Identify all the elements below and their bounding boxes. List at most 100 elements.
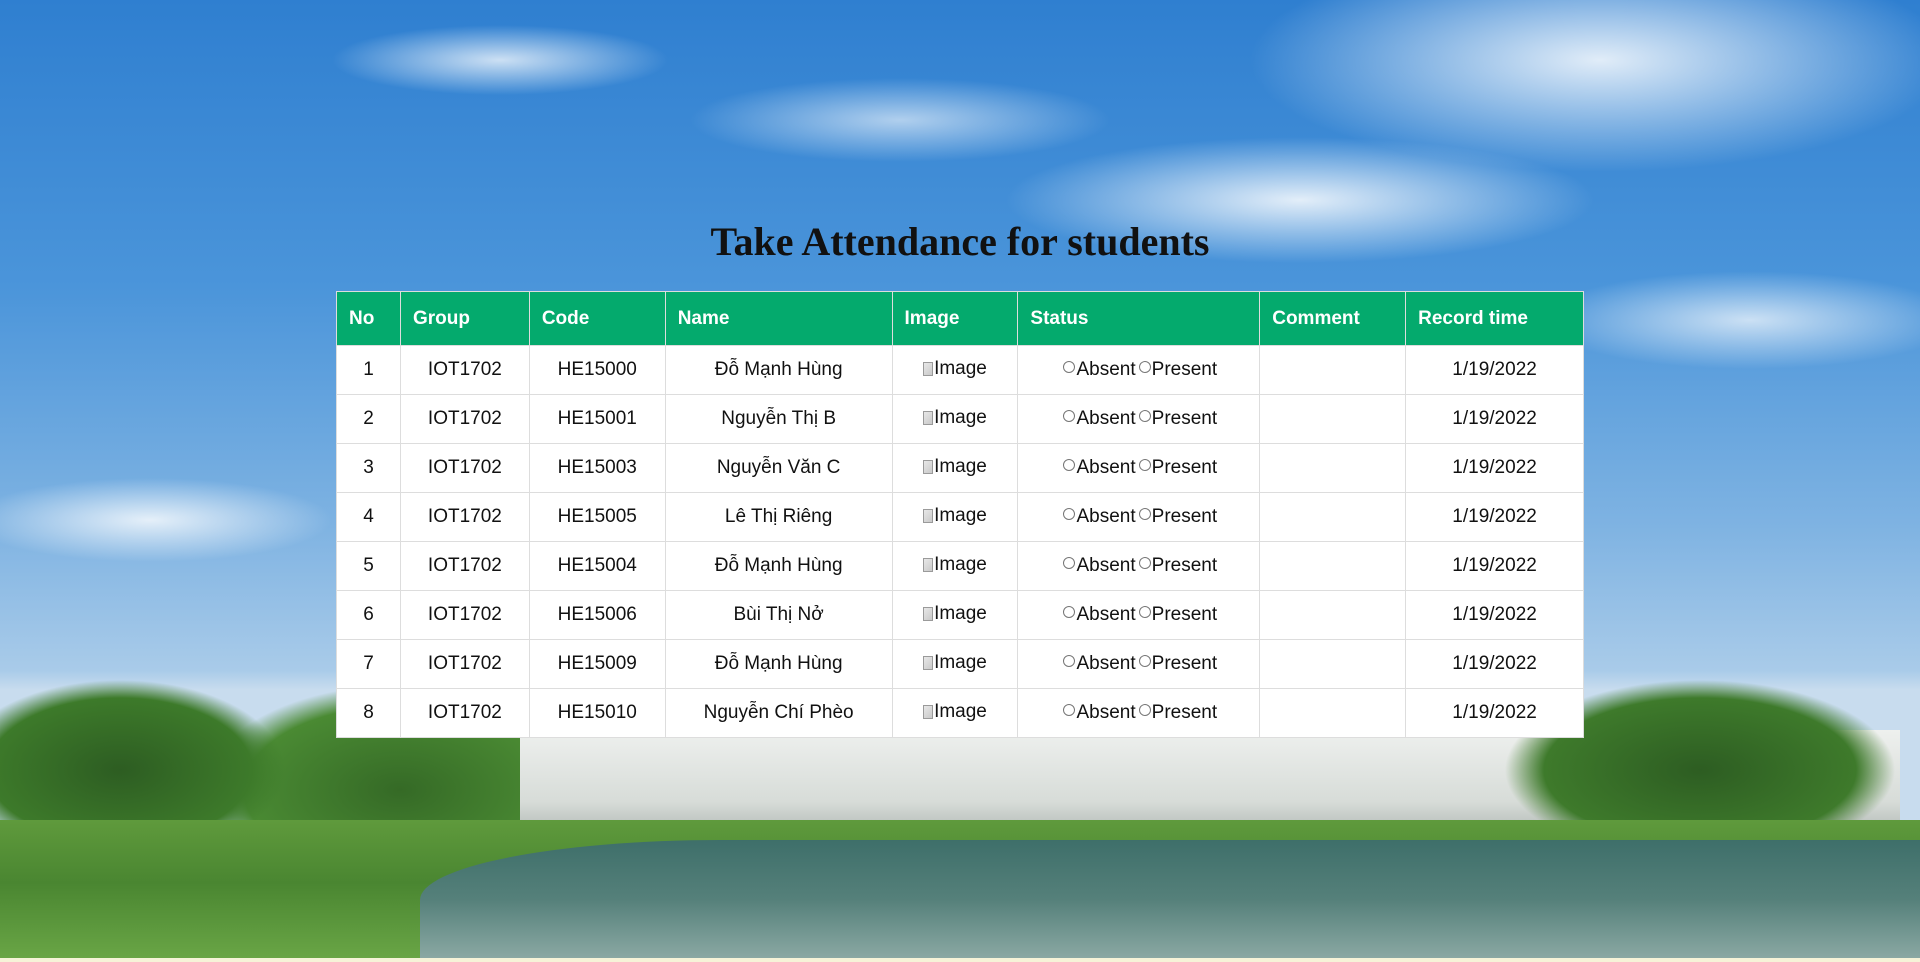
status-label-absent[interactable]: Absent xyxy=(1076,408,1135,429)
group-cell: IOT1702 xyxy=(399,590,530,640)
broken-image-icon xyxy=(923,656,934,670)
student-photo: Image xyxy=(923,358,987,380)
row-number-cell: 7 xyxy=(336,639,401,689)
status-radio-absent[interactable] xyxy=(1063,508,1076,520)
status-radio-absent[interactable] xyxy=(1063,704,1076,716)
group-cell: IOT1702 xyxy=(399,688,530,738)
student-code-cell: HE15009 xyxy=(528,639,666,689)
status-radio-absent[interactable] xyxy=(1063,655,1076,667)
table-row: 8 IOT1702 HE15010 Nguyễn Chí Phèo Image Absen… xyxy=(336,688,1584,738)
status-label-absent[interactable]: Absent xyxy=(1076,653,1135,674)
status-label-absent[interactable]: Absent xyxy=(1076,457,1135,478)
status-radio-present[interactable] xyxy=(1138,655,1151,667)
column-header-status: Status xyxy=(1017,291,1261,346)
record-time-cell: 1/19/2022 xyxy=(1405,443,1584,493)
student-photo: Image xyxy=(923,505,987,527)
student-photo: Image xyxy=(923,603,987,625)
student-image-cell: Image xyxy=(891,688,1019,738)
student-photo: Image xyxy=(923,554,987,576)
status-label-present[interactable]: Present xyxy=(1152,555,1217,576)
header-row: No Group Code Name Image Status Comment Record … xyxy=(336,291,1584,346)
status-label-absent[interactable]: Absent xyxy=(1076,359,1135,380)
student-code-cell: HE15010 xyxy=(528,688,666,738)
status-radio-present[interactable] xyxy=(1138,410,1151,422)
status-cell: Absent Present xyxy=(1017,443,1261,493)
status-label-absent[interactable]: Absent xyxy=(1076,604,1135,625)
status-label-present[interactable]: Present xyxy=(1152,359,1217,380)
column-header-group: Group xyxy=(399,291,530,346)
student-code-cell: HE15006 xyxy=(528,590,666,640)
comment-cell[interactable] xyxy=(1259,590,1407,640)
status-radio-present[interactable] xyxy=(1138,606,1151,618)
comment-cell[interactable] xyxy=(1259,492,1407,542)
column-header-name: Name xyxy=(664,291,893,346)
status-radio-present[interactable] xyxy=(1138,557,1151,569)
status-label-present[interactable]: Present xyxy=(1152,702,1217,723)
status-radio-absent[interactable] xyxy=(1063,410,1076,422)
image-alt-text: Image xyxy=(934,603,987,624)
column-header-image: Image xyxy=(891,291,1019,346)
group-cell: IOT1702 xyxy=(399,541,530,591)
image-alt-text: Image xyxy=(934,358,987,379)
comment-cell[interactable] xyxy=(1259,639,1407,689)
status-radio-present[interactable] xyxy=(1138,704,1151,716)
status-radio-absent[interactable] xyxy=(1063,361,1076,373)
status-cell: Absent Present xyxy=(1017,394,1261,444)
student-image-cell: Image xyxy=(891,590,1019,640)
student-name-cell: Bùi Thị Nở xyxy=(664,590,893,640)
record-time-cell: 1/19/2022 xyxy=(1405,541,1584,591)
comment-cell[interactable] xyxy=(1259,688,1407,738)
comment-cell[interactable] xyxy=(1259,394,1407,444)
status-label-present[interactable]: Present xyxy=(1152,604,1217,625)
row-number-cell: 3 xyxy=(336,443,401,493)
table-row: 5 IOT1702 HE15004 Đỗ Mạnh Hùng Image Absent Pr… xyxy=(336,541,1584,591)
student-image-cell: Image xyxy=(891,639,1019,689)
column-header-record-time: Record time xyxy=(1405,291,1584,346)
table-body: 1 IOT1702 HE15000 Đỗ Mạnh Hùng Image Absent Pr… xyxy=(336,345,1584,738)
group-cell: IOT1702 xyxy=(399,394,530,444)
student-image-cell: Image xyxy=(891,443,1019,493)
student-name-cell: Nguyễn Chí Phèo xyxy=(664,688,893,738)
group-cell: IOT1702 xyxy=(399,443,530,493)
student-photo: Image xyxy=(923,407,987,429)
status-radio-present[interactable] xyxy=(1138,459,1151,471)
column-header-code: Code xyxy=(528,291,666,346)
status-radio-present[interactable] xyxy=(1138,361,1151,373)
status-label-absent[interactable]: Absent xyxy=(1076,702,1135,723)
status-label-absent[interactable]: Absent xyxy=(1076,506,1135,527)
status-cell: Absent Present xyxy=(1017,639,1261,689)
comment-cell[interactable] xyxy=(1259,345,1407,395)
table-header: No Group Code Name Image Status Comment Record … xyxy=(336,291,1584,346)
record-time-cell: 1/19/2022 xyxy=(1405,345,1584,395)
table-row: 1 IOT1702 HE15000 Đỗ Mạnh Hùng Image Absent Pr… xyxy=(336,345,1584,395)
image-alt-text: Image xyxy=(934,554,987,575)
status-radio-present[interactable] xyxy=(1138,508,1151,520)
student-code-cell: HE15004 xyxy=(528,541,666,591)
column-header-no: No xyxy=(336,291,401,346)
student-image-cell: Image xyxy=(891,345,1019,395)
student-name-cell: Nguyễn Văn C xyxy=(664,443,893,493)
record-time-cell: 1/19/2022 xyxy=(1405,688,1584,738)
status-label-present[interactable]: Present xyxy=(1152,408,1217,429)
status-cell: Absent Present xyxy=(1017,492,1261,542)
student-name-cell: Đỗ Mạnh Hùng xyxy=(664,639,893,689)
group-cell: IOT1702 xyxy=(399,639,530,689)
broken-image-icon xyxy=(923,362,934,376)
status-radio-absent[interactable] xyxy=(1063,459,1076,471)
status-radio-absent[interactable] xyxy=(1063,557,1076,569)
table-row: 2 IOT1702 HE15001 Nguyễn Thị B Image Absent Pr… xyxy=(336,394,1584,444)
comment-cell[interactable] xyxy=(1259,443,1407,493)
student-image-cell: Image xyxy=(891,394,1019,444)
image-alt-text: Image xyxy=(934,652,987,673)
student-photo: Image xyxy=(923,701,987,723)
status-label-present[interactable]: Present xyxy=(1152,506,1217,527)
status-label-present[interactable]: Present xyxy=(1152,457,1217,478)
status-radio-absent[interactable] xyxy=(1063,606,1076,618)
status-label-absent[interactable]: Absent xyxy=(1076,555,1135,576)
broken-image-icon xyxy=(923,607,934,621)
status-label-present[interactable]: Present xyxy=(1152,653,1217,674)
status-cell: Absent Present xyxy=(1017,345,1261,395)
status-cell: Absent Present xyxy=(1017,688,1261,738)
status-cell: Absent Present xyxy=(1017,590,1261,640)
comment-cell[interactable] xyxy=(1259,541,1407,591)
